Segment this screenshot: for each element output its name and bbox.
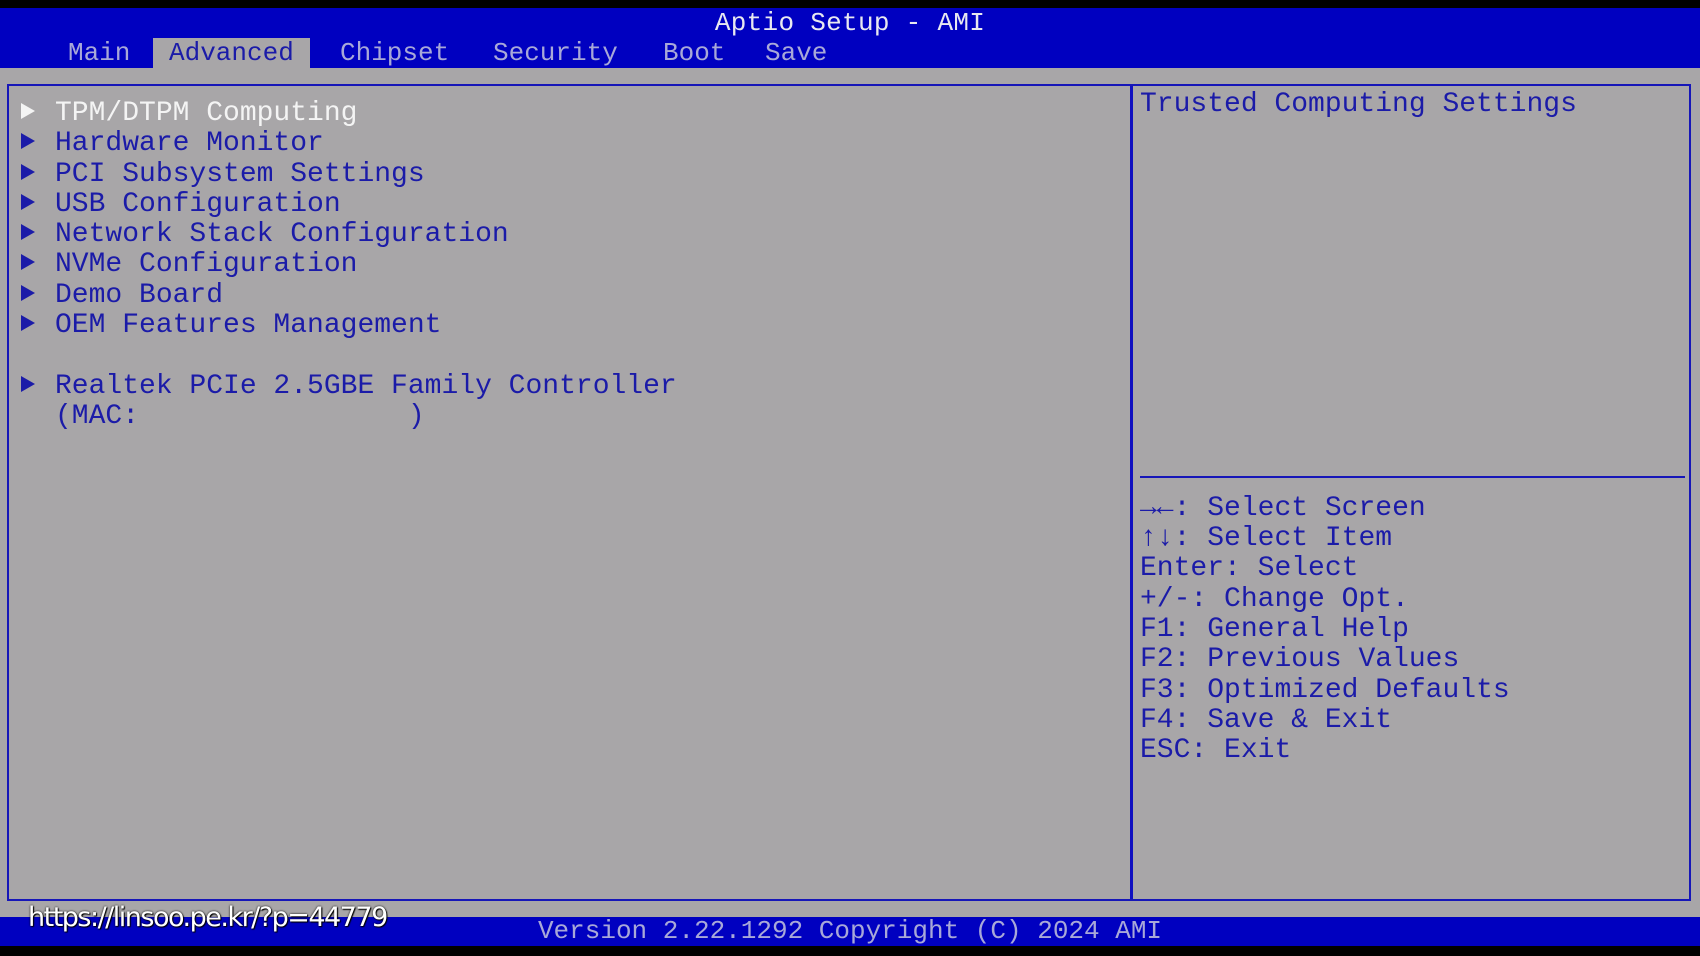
tab-advanced[interactable]: Advanced	[153, 38, 310, 68]
menu-item-label: Hardware Monitor	[55, 128, 324, 159]
tab-security[interactable]: Security	[477, 38, 634, 68]
help-separator	[1140, 476, 1685, 478]
help-description: Trusted Computing Settings	[1140, 89, 1577, 120]
main-content: TPM/DTPM Computing Hardware Monitor PCI …	[0, 68, 1700, 917]
submenu-arrow-icon	[21, 163, 35, 180]
menu-item-tpm-dtpm-computing[interactable]: TPM/DTPM Computing	[21, 99, 357, 129]
submenu-arrow-icon	[21, 193, 35, 210]
key-hint-enter: Enter: Select	[1140, 553, 1359, 584]
submenu-arrow-icon	[21, 223, 35, 240]
menu-item-label: USB Configuration	[55, 189, 341, 220]
menu-item-label: NVMe Configuration	[55, 249, 358, 280]
submenu-arrow-icon	[21, 314, 35, 331]
menu-item-network-stack-configuration[interactable]: Network Stack Configuration	[21, 220, 509, 250]
key-hint-change-opt: +/-: Change Opt.	[1140, 584, 1409, 615]
menu-item-label: TPM/DTPM Computing	[55, 98, 358, 129]
tab-main[interactable]: Main	[52, 38, 146, 68]
key-hint-select-item: ↑↓: Select Item	[1140, 523, 1393, 554]
app-title: Aptio Setup - AMI	[714, 8, 986, 38]
setup-frame: TPM/DTPM Computing Hardware Monitor PCI …	[7, 84, 1691, 901]
menu-item-usb-configuration[interactable]: USB Configuration	[21, 190, 341, 220]
menu-item-label: PCI Subsystem Settings	[55, 159, 425, 190]
watermark-url: https://linsoo.pe.kr/?p=44779	[28, 902, 388, 933]
up-down-arrows-icon: ↑↓:	[1140, 523, 1191, 554]
menu-item-label: Demo Board	[55, 280, 224, 311]
submenu-arrow-icon	[21, 102, 35, 119]
key-hint-f2: F2: Previous Values	[1140, 644, 1460, 675]
menu-item-demo-board[interactable]: Demo Board	[21, 281, 223, 311]
menu-item-label: Network Stack Configuration	[55, 219, 509, 250]
key-hint-f3: F3: Optimized Defaults	[1140, 675, 1510, 706]
tab-save-exit[interactable]: Save & Exit	[749, 38, 843, 128]
key-hint-f1: F1: General Help	[1140, 614, 1409, 645]
panel-divider	[1130, 86, 1133, 899]
menu-item-label: Realtek PCIe 2.5GBE Family Controller	[55, 371, 677, 402]
tab-chipset[interactable]: Chipset	[324, 38, 465, 68]
submenu-arrow-icon	[21, 253, 35, 270]
menu-item-pci-subsystem-settings[interactable]: PCI Subsystem Settings	[21, 160, 425, 190]
submenu-arrow-icon	[21, 284, 35, 301]
left-right-arrows-icon: →←:	[1140, 493, 1191, 524]
menu-item-hardware-monitor[interactable]: Hardware Monitor	[21, 129, 324, 159]
menu-item-realtek-controller[interactable]: Realtek PCIe 2.5GBE Family Controller	[21, 372, 677, 402]
menu-item-oem-features-management[interactable]: OEM Features Management	[21, 311, 441, 341]
menu-item-nvme-configuration[interactable]: NVMe Configuration	[21, 250, 357, 280]
menu-item-label: OEM Features Management	[55, 310, 442, 341]
mac-address-label: (MAC: )	[55, 401, 425, 432]
key-hint-f4: F4: Save & Exit	[1140, 705, 1393, 736]
key-hint-select-screen: →←: Select Screen	[1140, 493, 1426, 524]
submenu-arrow-icon	[21, 132, 35, 149]
submenu-arrow-icon	[21, 375, 35, 392]
key-hint-esc: ESC: Exit	[1140, 735, 1292, 766]
tab-boot[interactable]: Boot	[647, 38, 741, 68]
